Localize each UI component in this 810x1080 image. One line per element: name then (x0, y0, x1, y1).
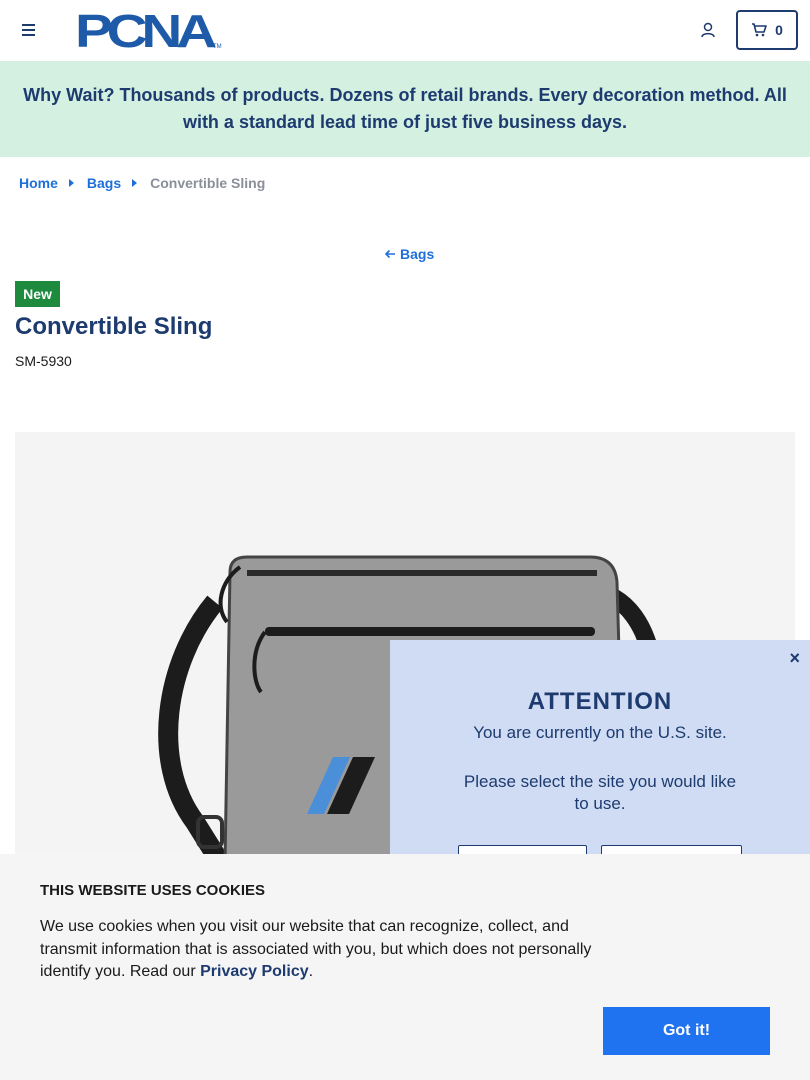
svg-text:PCNA: PCNA (75, 10, 216, 50)
cookie-text-end: . (308, 963, 314, 980)
promo-banner: Why Wait? Thousands of products. Dozens … (0, 61, 810, 157)
back-to-category-link[interactable]: Bags (384, 246, 434, 262)
modal-current-site-text: You are currently on the U.S. site. (473, 723, 727, 742)
cookie-text-body: We use cookies when you visit our websit… (40, 918, 592, 980)
cookie-text: We use cookies when you visit our websit… (40, 916, 610, 984)
account-icon[interactable] (700, 22, 716, 38)
privacy-policy-link[interactable]: Privacy Policy (200, 963, 309, 980)
back-link-label: Bags (400, 246, 435, 262)
product-title: Convertible Sling (15, 313, 213, 340)
pcna-logo[interactable]: PCNA TM (75, 5, 223, 57)
hamburger-menu-icon[interactable] (22, 24, 35, 36)
modal-title: ATTENTION (527, 688, 673, 715)
cart-icon (752, 23, 767, 37)
accept-cookies-button[interactable]: Got it! (603, 1007, 770, 1055)
breadcrumb-bags[interactable]: Bags (87, 175, 121, 191)
cookie-title: THIS WEBSITE USES COOKIES (40, 882, 266, 899)
breadcrumb-home[interactable]: Home (19, 175, 58, 191)
svg-text:TM: TM (213, 44, 222, 50)
new-badge: New (15, 281, 60, 307)
arrow-left-icon (384, 249, 395, 259)
breadcrumb-separator-icon (132, 179, 138, 187)
breadcrumb: Home Bags Convertible Sling (19, 175, 265, 191)
site-header: PCNA TM 0 (0, 0, 810, 61)
cart-button[interactable]: 0 (736, 10, 798, 50)
product-sku: SM-5930 (15, 353, 72, 369)
cookie-banner: THIS WEBSITE USES COOKIES We use cookies… (0, 854, 810, 1080)
close-icon[interactable]: × (789, 648, 800, 669)
breadcrumb-current: Convertible Sling (150, 175, 266, 191)
breadcrumb-separator-icon (68, 179, 74, 187)
modal-select-site-text: Please select the site you would like to… (463, 772, 737, 813)
cart-count: 0 (775, 22, 783, 38)
promo-banner-text: Why Wait? Thousands of products. Dozens … (23, 85, 787, 132)
